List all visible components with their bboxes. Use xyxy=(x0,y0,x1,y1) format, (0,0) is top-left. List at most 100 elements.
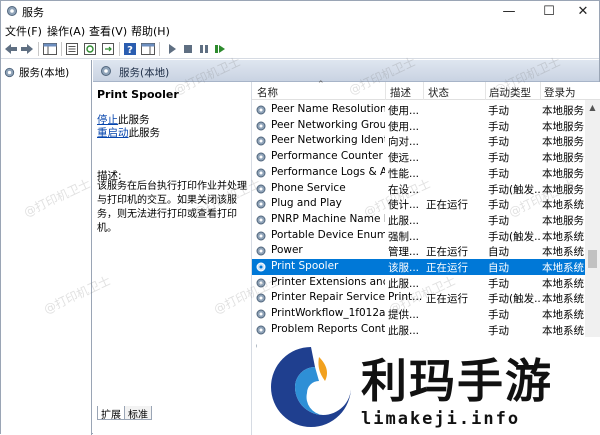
cell-name: Power xyxy=(271,244,303,257)
toolbar-separator xyxy=(38,42,39,56)
cell-name: Print Spooler xyxy=(271,260,339,272)
column-divider[interactable] xyxy=(485,82,486,100)
restart-service-icon[interactable] xyxy=(212,41,228,57)
cell-startup: 手动 xyxy=(488,199,509,212)
back-arrow-icon[interactable] xyxy=(3,41,19,57)
service-gear-icon xyxy=(256,121,266,131)
column-header-logon[interactable]: 登录为 xyxy=(544,85,576,100)
table-row[interactable]: PNRP Machine Name Pu...此服... 手动 本地服务 xyxy=(252,212,585,228)
table-row-selected[interactable]: Print Spooler 该服... 正在运行 自动 本地系统 xyxy=(252,259,585,275)
cell-logon: 本地系统 xyxy=(542,262,584,274)
table-row[interactable]: Phone Service 在设... 手动(触发... 本地服务 xyxy=(252,181,585,197)
sort-ascending-icon: ⌃ xyxy=(317,80,325,90)
export-list-icon[interactable] xyxy=(100,41,116,57)
pause-service-icon[interactable] xyxy=(196,41,212,57)
services-gear-icon xyxy=(101,66,111,76)
logo-title: 利玛手游 xyxy=(361,354,553,408)
table-row[interactable]: Peer Name Resolution Pr...使用... 手动 本地服务 xyxy=(252,102,585,118)
column-header-description[interactable]: 描述 xyxy=(390,85,411,100)
table-row[interactable]: Performance Logs & Aler...性能... 手动 本地服务 xyxy=(252,165,585,181)
list-header: 名称 ⌃ 描述 状态 启动类型 登录为 xyxy=(252,80,600,100)
cell-status xyxy=(426,182,484,196)
column-header-name[interactable]: 名称 xyxy=(257,85,278,100)
cell-name: Peer Networking Groupi... xyxy=(271,118,385,131)
table-row[interactable]: Problem Reports Control...此服... 手动 本地系统 xyxy=(252,322,585,338)
description-pane: Print Spooler 停止此服务 重启动此服务 描述: 该服务在后台执行打… xyxy=(93,82,251,404)
scrollbar-thumb[interactable] xyxy=(588,250,597,268)
cell-logon: 本地系统 xyxy=(542,246,584,259)
table-row[interactable]: Printer Extensions and N...此服... 手动 本地系统 xyxy=(252,275,585,291)
cell-status xyxy=(426,103,484,117)
selected-service-name: Print Spooler xyxy=(97,88,179,101)
cell-desc: 性能... xyxy=(388,167,420,180)
service-gear-icon xyxy=(256,199,266,209)
refresh-icon[interactable] xyxy=(82,41,98,57)
column-divider[interactable] xyxy=(385,82,386,100)
console-tree-icon[interactable] xyxy=(42,41,58,57)
restart-service-suffix: 此服务 xyxy=(128,127,161,139)
cell-name: Performance Counter DL... xyxy=(271,150,385,163)
panel-header-title: 服务(本地) xyxy=(119,67,170,79)
cell-logon: 本地服务 xyxy=(542,136,584,149)
table-row[interactable]: Peer Networking Groupi...使用... 手动 本地服务 xyxy=(252,118,585,134)
table-row[interactable]: Power 管理... 正在运行 自动 本地系统 xyxy=(252,243,585,259)
table-row[interactable]: Peer Networking Identity...向对... 手动 本地服务 xyxy=(252,133,585,149)
toolbar-separator xyxy=(159,42,160,56)
toolbar-separator xyxy=(119,42,120,56)
stop-service-icon[interactable] xyxy=(180,41,196,57)
column-header-status[interactable]: 状态 xyxy=(428,85,449,100)
cell-status xyxy=(426,307,484,321)
column-divider[interactable] xyxy=(423,82,424,100)
help-icon[interactable]: ? xyxy=(122,41,138,57)
cell-logon: 本地系统 xyxy=(542,293,584,306)
cell-logon: 本地系统 xyxy=(542,324,584,337)
service-gear-icon xyxy=(256,215,266,225)
cell-status xyxy=(426,150,484,164)
show-hide-action-pane-icon[interactable] xyxy=(140,41,156,57)
cell-logon: 本地服务 xyxy=(542,183,584,196)
window-title: 服务 xyxy=(22,6,44,19)
scroll-up-icon[interactable]: ▲ xyxy=(585,100,600,114)
service-gear-icon xyxy=(256,184,266,193)
cell-name: Performance Logs & Aler... xyxy=(271,165,385,178)
cell-startup: 手动 xyxy=(488,167,509,180)
cell-logon: 本地系统 xyxy=(542,277,584,290)
menu-view[interactable]: 查看(V) xyxy=(89,23,127,39)
logo-subtitle: limakeji.info xyxy=(361,409,521,429)
properties-icon[interactable] xyxy=(64,41,80,57)
cell-logon: 本地服务 xyxy=(542,167,584,180)
cell-name: Portable Device Enumera... xyxy=(271,228,385,241)
cell-desc: 强制... xyxy=(388,230,420,243)
service-gear-icon xyxy=(256,152,266,162)
table-row[interactable]: Plug and Play 使计... 正在运行 手动 本地系统 xyxy=(252,196,585,212)
column-header-startup-type[interactable]: 启动类型 xyxy=(489,85,531,100)
cell-desc: 此服... xyxy=(388,324,420,337)
cell-startup: 手动 xyxy=(488,324,509,337)
cell-name: Printer Repair Service xyxy=(271,291,385,304)
menu-help[interactable]: 帮助(H) xyxy=(131,23,170,39)
minimize-icon[interactable]: — xyxy=(489,1,529,21)
tab-standard[interactable]: 标准 xyxy=(124,406,152,421)
menu-file[interactable]: 文件(F) xyxy=(5,23,42,39)
cell-desc: 该服... xyxy=(388,262,420,274)
cell-startup: 手动 xyxy=(488,214,509,227)
tab-extended[interactable]: 扩展 xyxy=(97,406,125,421)
cell-desc: 在设... xyxy=(388,183,420,196)
table-row[interactable]: PrintWorkflow_1f012aa9提供... 手动 本地系统 xyxy=(252,306,585,322)
table-row[interactable]: Performance Counter DL...使远... 手动 本地服务 xyxy=(252,149,585,165)
menu-action[interactable]: 操作(A) xyxy=(47,23,85,39)
close-icon[interactable]: ✕ xyxy=(563,1,600,21)
forward-arrow-icon[interactable] xyxy=(19,41,35,57)
start-service-icon[interactable] xyxy=(164,41,180,57)
restart-service-link[interactable]: 重启动 xyxy=(97,127,129,139)
tree-item-services-local[interactable]: 服务(本地) xyxy=(3,64,89,80)
table-row[interactable]: Printer Repair Service Print... 正在运行 手动(触发.… xyxy=(252,290,585,306)
column-divider[interactable] xyxy=(540,82,541,100)
cell-desc: 使用... xyxy=(388,120,420,133)
service-gear-icon xyxy=(256,105,266,115)
toolbar: ? xyxy=(1,39,599,59)
console-tree: 服务(本地) xyxy=(1,60,92,435)
cell-status: 正在运行 xyxy=(426,293,468,306)
table-row[interactable]: Portable Device Enumera...强制... 手动(触发...本… xyxy=(252,228,585,244)
service-gear-icon xyxy=(256,325,266,335)
